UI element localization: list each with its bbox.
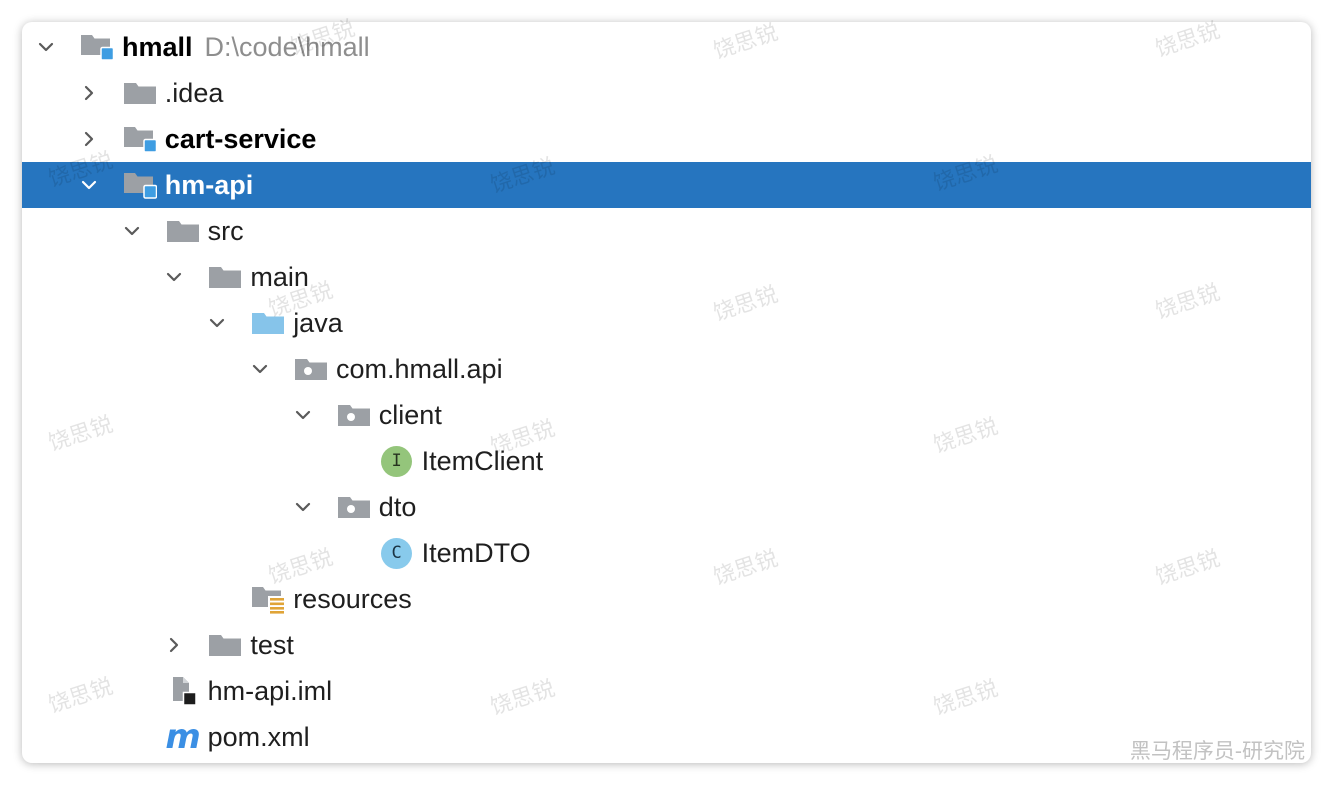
icon-letter: I: [391, 451, 402, 471]
module-file-icon: [166, 676, 200, 706]
project-path: D:\code\hmall: [204, 31, 370, 62]
tree-row-itemclient[interactable]: I ItemClient: [22, 438, 1311, 484]
tree-row-resources[interactable]: resources: [22, 576, 1311, 622]
tree-row-client[interactable]: client: [22, 392, 1311, 438]
folder-icon: [208, 262, 242, 292]
tree-row-label: hm-api.iml: [207, 675, 333, 706]
chevron-down-icon[interactable]: [119, 218, 145, 244]
package-icon: [337, 492, 371, 522]
tree-row-test[interactable]: test: [22, 622, 1311, 668]
chevron-down-icon[interactable]: [247, 356, 273, 382]
tree-row-label: client: [378, 399, 442, 430]
tree-row-label: src: [207, 215, 244, 246]
icon-letter: m: [165, 717, 200, 757]
source-root-folder-icon: [251, 308, 285, 338]
module-folder-icon: [123, 170, 157, 200]
tree-row-label: main: [250, 261, 309, 292]
tree-row-label: resources: [293, 583, 412, 614]
chevron-right-icon[interactable]: [76, 80, 102, 106]
tree-row-label: test: [250, 629, 294, 660]
tree-row-java[interactable]: java: [22, 300, 1311, 346]
folder-icon: [208, 630, 242, 660]
resources-root-folder-icon: [251, 584, 286, 614]
icon-letter: C: [391, 543, 402, 563]
tree-row-hm-api[interactable]: hm-api: [22, 162, 1311, 208]
class-icon: C: [380, 537, 414, 569]
tree-row-cart-service[interactable]: cart-service: [22, 116, 1311, 162]
tree-row-dto[interactable]: dto: [22, 484, 1311, 530]
tree-row-hm-api-iml[interactable]: hm-api.iml: [22, 668, 1311, 714]
chevron-down-icon[interactable]: [290, 402, 316, 428]
tree-row-label: ItemClient: [421, 445, 544, 476]
folder-icon: [123, 78, 157, 108]
class-badge: C: [381, 537, 413, 569]
chevron-down-icon[interactable]: [33, 34, 59, 60]
corner-watermark: 黑马程序员-研究院: [1129, 739, 1305, 763]
tree-row-label: pom.xml: [207, 721, 310, 752]
chevron-right-icon[interactable]: [76, 126, 102, 152]
tree-row-label: com.hmall.api: [336, 353, 503, 384]
chevron-down-icon[interactable]: [290, 494, 316, 520]
maven-icon: m: [165, 717, 200, 757]
tree-row-label: hm-api: [164, 169, 254, 200]
tree-row-main[interactable]: main: [22, 254, 1311, 300]
tree-row-idea[interactable]: .idea: [22, 70, 1311, 116]
tree-row-label: hmall: [122, 31, 193, 62]
tree-row-pom-xml[interactable]: m pom.xml: [22, 714, 1311, 760]
package-icon: [294, 354, 328, 384]
chevron-down-icon[interactable]: [76, 172, 102, 198]
tree-row-label: dto: [378, 491, 417, 522]
folder-icon: [166, 216, 200, 246]
tree-row-label: cart-service: [164, 123, 317, 154]
tree-row-src[interactable]: src: [22, 208, 1311, 254]
chevron-down-icon[interactable]: [204, 310, 230, 336]
tree-row-com-hmall-api[interactable]: com.hmall.api: [22, 346, 1311, 392]
project-tool-window: hmall D:\code\hmall .idea cart-service hm-ap…: [22, 22, 1311, 763]
interface-icon: I: [380, 445, 414, 477]
tree-row-label: .idea: [164, 77, 224, 108]
interface-badge: I: [381, 445, 413, 477]
tree-row-hmall[interactable]: hmall D:\code\hmall: [22, 24, 1311, 70]
module-folder-icon: [123, 124, 157, 154]
chevron-right-icon[interactable]: [161, 632, 187, 658]
tree-row-label: java: [293, 307, 343, 338]
module-folder-icon: [80, 32, 114, 62]
tree-row-label: ItemDTO: [421, 537, 531, 568]
chevron-down-icon[interactable]: [161, 264, 187, 290]
package-icon: [337, 400, 371, 430]
project-tree: hmall D:\code\hmall .idea cart-service hm-ap…: [22, 22, 1311, 760]
tree-row-itemdto[interactable]: C ItemDTO: [22, 530, 1311, 576]
